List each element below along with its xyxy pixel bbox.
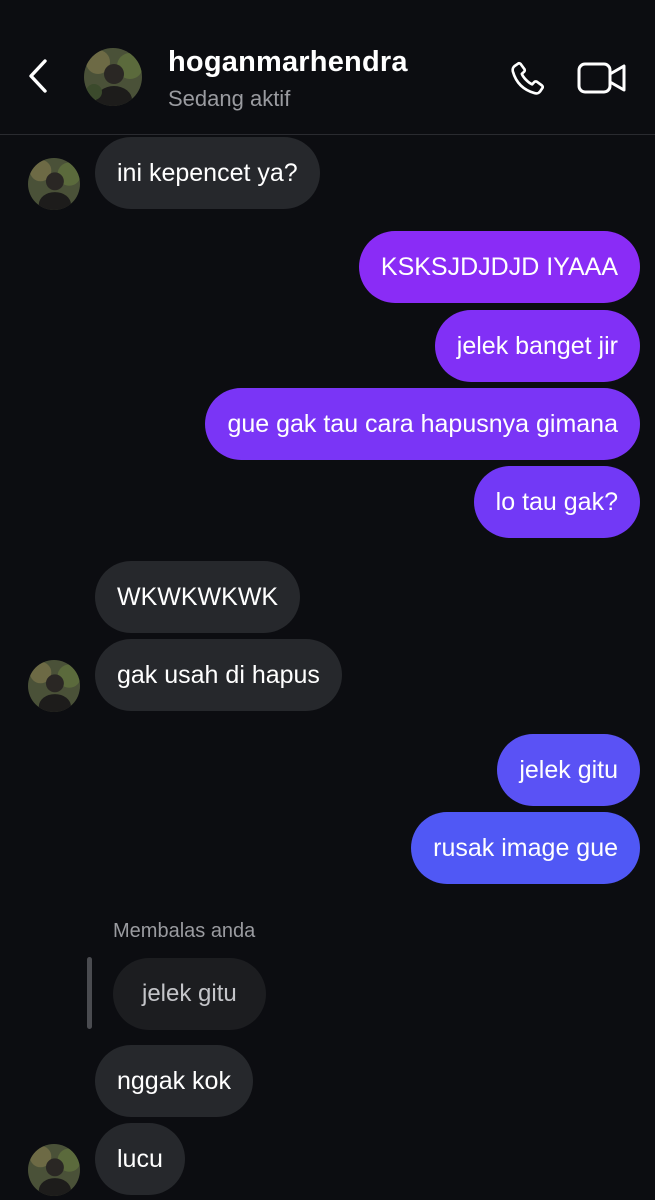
sent-message[interactable]: jelek gitu bbox=[497, 734, 640, 806]
activity-status: Sedang aktif bbox=[168, 86, 291, 111]
sender-avatar[interactable] bbox=[28, 1144, 80, 1196]
avatar-photo bbox=[28, 660, 80, 712]
avatar-photo bbox=[84, 48, 142, 106]
sender-avatar[interactable] bbox=[28, 660, 80, 712]
sent-message[interactable]: lo tau gak? bbox=[473, 466, 640, 538]
avatar-photo bbox=[28, 158, 80, 210]
video-camera-icon bbox=[577, 62, 626, 94]
video-call-button[interactable] bbox=[576, 58, 628, 98]
phone-icon bbox=[511, 61, 545, 95]
contact-avatar[interactable] bbox=[84, 48, 142, 106]
received-message[interactable]: gak usah di hapus bbox=[95, 639, 342, 711]
chat-header: hoganmarhendra Sedang aktif bbox=[0, 0, 655, 135]
received-message[interactable]: lucu bbox=[95, 1123, 185, 1195]
sent-message[interactable]: gue gak tau cara hapusnya gimana bbox=[205, 388, 640, 460]
audio-call-button[interactable] bbox=[504, 56, 550, 102]
replied-message-quote[interactable]: jelek gitu bbox=[113, 958, 266, 1030]
chat-screen: hoganmarhendra Sedang aktif ini kepencet… bbox=[0, 0, 655, 1200]
received-message[interactable]: nggak kok bbox=[95, 1045, 253, 1117]
reply-indicator-bar bbox=[87, 957, 92, 1029]
sent-message[interactable]: jelek banget jir bbox=[434, 310, 640, 382]
reply-label: Membalas anda bbox=[113, 920, 256, 942]
contact-username[interactable]: hoganmarhendra bbox=[168, 46, 408, 79]
chevron-left-icon bbox=[29, 59, 47, 93]
sender-avatar[interactable] bbox=[28, 158, 80, 210]
sent-message[interactable]: KSKSJDJDJD IYAAA bbox=[358, 231, 640, 303]
back-button[interactable] bbox=[22, 56, 54, 96]
avatar-photo bbox=[28, 1144, 80, 1196]
received-message[interactable]: WKWKWKWK bbox=[95, 561, 301, 633]
sent-message[interactable]: rusak image gue bbox=[411, 812, 640, 884]
received-message[interactable]: ini kepencet ya? bbox=[95, 137, 320, 209]
